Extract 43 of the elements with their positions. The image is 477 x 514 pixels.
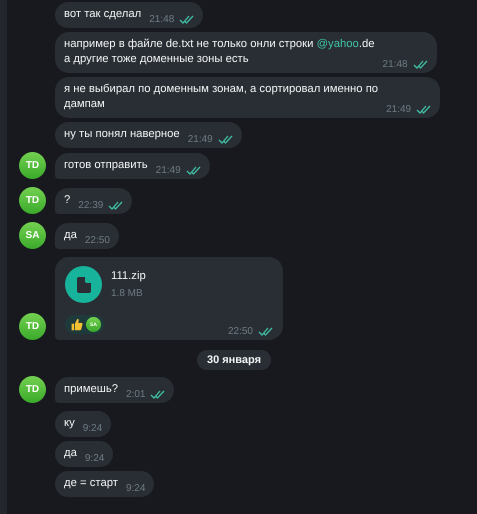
double-check-icon	[108, 201, 124, 210]
user-avatar[interactable]: SA	[19, 222, 46, 249]
double-check-icon	[416, 105, 432, 114]
user-avatar[interactable]: TD	[19, 187, 46, 214]
message-text: ку	[64, 416, 75, 431]
message-time: 21:48	[382, 59, 408, 70]
message-text: да	[64, 228, 77, 243]
file-icon	[76, 276, 90, 292]
date-separator: 30 января	[196, 350, 272, 370]
user-avatar[interactable]: TD	[19, 376, 46, 403]
file-size: 1.8 MB	[111, 288, 144, 299]
message-time: 21:49	[188, 134, 213, 145]
message-text: ?	[64, 193, 70, 208]
message-text: я не выбирал по доменным зонам, а сортировал именно по дампам	[64, 82, 378, 112]
message-time: 21:49	[156, 165, 181, 176]
thumbs-up-icon	[70, 318, 83, 331]
message-time: 22:50	[84, 235, 110, 246]
message-time: 9:24	[126, 483, 146, 494]
message-text: например в файле de.txt не только онли строки @yahoo.de а другие тоже доменные зоны есть	[64, 37, 375, 67]
double-check-icon	[150, 390, 166, 399]
file-name: 111.zip	[111, 270, 146, 282]
double-check-icon	[218, 135, 233, 144]
message-time: 9:24	[82, 423, 102, 434]
double-check-icon	[179, 15, 194, 24]
message-time: 21:48	[149, 14, 174, 25]
double-check-icon	[258, 327, 273, 336]
message-time: 21:49	[386, 104, 412, 115]
user-avatar[interactable]: TD	[19, 152, 46, 179]
mention-link[interactable]: @yahoo	[316, 38, 359, 50]
message-text: да	[64, 446, 77, 461]
message-text: вот так сделал	[64, 7, 142, 22]
user-avatar[interactable]: TD	[19, 313, 46, 340]
message-time: 22:39	[78, 200, 104, 211]
message-text: примешь?	[64, 382, 118, 397]
file-download-button[interactable]	[65, 266, 102, 303]
double-check-icon	[186, 166, 201, 175]
message-text: де = старт	[64, 476, 118, 491]
message-time: 2:01	[126, 389, 146, 400]
message-text: готов отправить	[64, 158, 148, 173]
double-check-icon	[412, 60, 428, 69]
message-time: 22:50	[228, 326, 253, 337]
message-text: ну ты понял наверное	[64, 127, 180, 142]
message-time: 9:24	[84, 453, 104, 464]
